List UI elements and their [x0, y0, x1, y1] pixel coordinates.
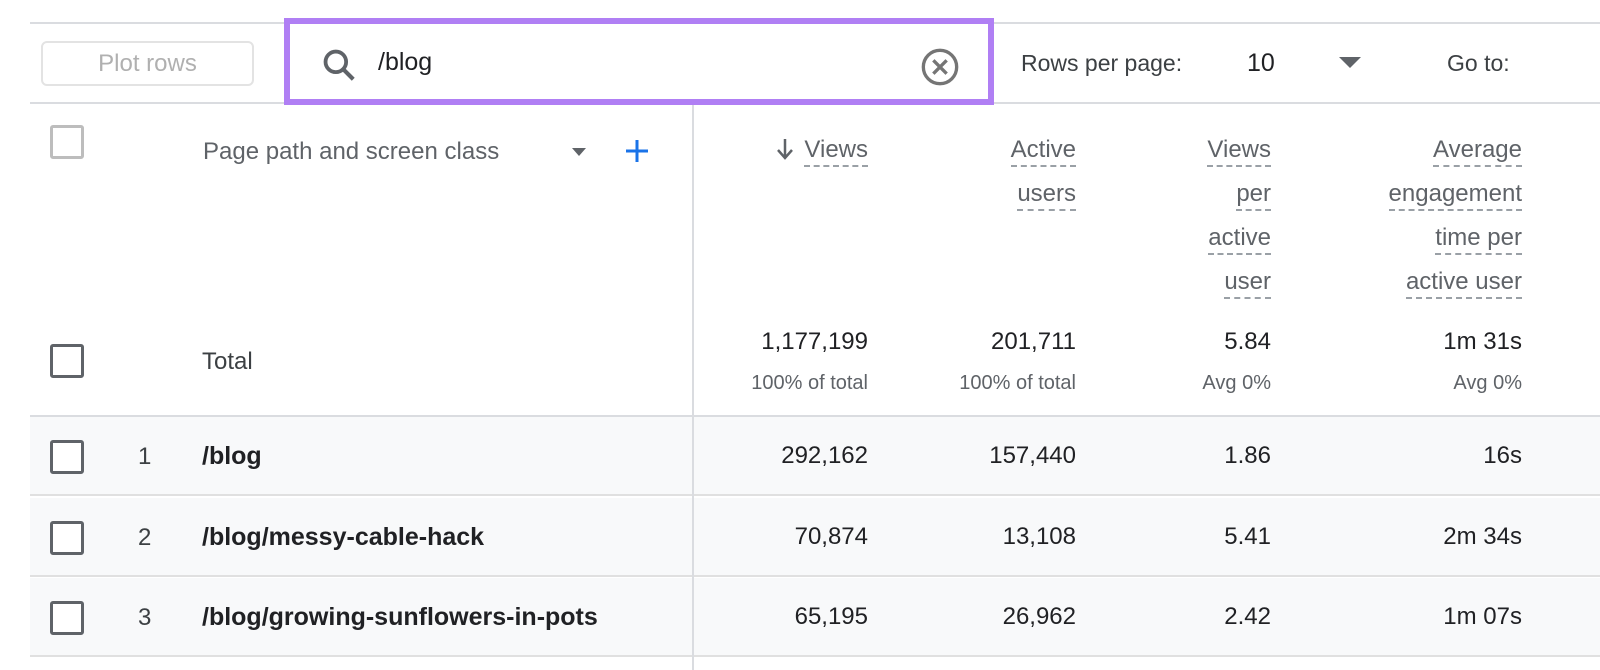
dimension-header[interactable]: Page path and screen class: [203, 138, 499, 166]
row-checkbox[interactable]: [50, 440, 84, 474]
total-active-users: 201,711: [991, 328, 1076, 355]
rows-per-page-value: 10: [1247, 49, 1275, 77]
row-path: /blog/growing-sunflowers-in-pots: [202, 603, 598, 631]
row-active-users: 26,962: [1002, 603, 1076, 630]
column-divider-body: [692, 417, 694, 670]
row-checkbox[interactable]: [50, 521, 84, 555]
row-active-users: 13,108: [1002, 523, 1076, 550]
row-views: 70,874: [794, 523, 868, 550]
table-row[interactable]: 2 /blog/messy-cable-hack 70,874 13,108 5…: [30, 498, 1600, 577]
table-row[interactable]: 3 /blog/growing-sunflowers-in-pots 65,19…: [30, 578, 1600, 657]
total-active-users-sub: 100% of total: [959, 372, 1076, 394]
total-label: Total: [202, 348, 253, 375]
row-views-per-user: 5.41: [1224, 523, 1271, 550]
rows-per-page-select[interactable]: 10: [1240, 42, 1370, 82]
column-header-avg-engagement[interactable]: Average engagement time per active user: [1272, 130, 1522, 306]
clear-search-icon[interactable]: [920, 47, 960, 87]
total-views: 1,177,199: [761, 328, 868, 355]
row-avg-engagement: 1m 07s: [1443, 603, 1522, 630]
total-avg-engagement-sub: Avg 0%: [1453, 372, 1522, 394]
plot-rows-button[interactable]: Plot rows: [41, 41, 254, 86]
total-checkbox[interactable]: [50, 344, 84, 378]
total-views-per-user: 5.84: [1224, 328, 1271, 355]
row-index: 2: [138, 524, 152, 551]
row-path: /blog/messy-cable-hack: [202, 523, 485, 551]
dimension-dropdown-icon[interactable]: [572, 148, 586, 156]
search-icon: [323, 49, 355, 81]
row-checkbox[interactable]: [50, 601, 84, 635]
rows-per-page-label: Rows per page:: [1021, 50, 1183, 76]
total-avg-engagement: 1m 31s: [1443, 328, 1522, 355]
sort-descending-icon: [777, 139, 794, 160]
row-active-users: 157,440: [989, 442, 1076, 469]
column-header-views[interactable]: Views: [668, 130, 868, 174]
row-views: 65,195: [794, 603, 868, 630]
row-path: /blog: [202, 442, 262, 470]
total-views-sub: 100% of total: [751, 372, 868, 394]
search-query: /blog: [378, 48, 433, 76]
table-row[interactable]: 1 /blog 292,162 157,440 1.86 16s: [30, 417, 1600, 496]
select-all-checkbox[interactable]: [50, 125, 84, 159]
row-views-per-user: 2.42: [1224, 603, 1271, 630]
column-header-views-per-user[interactable]: Views per active user: [1071, 130, 1271, 306]
column-header-active-users[interactable]: Active users: [876, 130, 1076, 218]
row-index: 1: [138, 443, 152, 470]
row-avg-engagement: 16s: [1483, 442, 1522, 469]
row-views: 292,162: [781, 442, 868, 469]
search-input[interactable]: /blog: [284, 18, 994, 105]
row-avg-engagement: 2m 34s: [1443, 523, 1522, 550]
row-views-per-user: 1.86: [1224, 442, 1271, 469]
row-index: 3: [138, 604, 152, 631]
total-views-per-user-sub: Avg 0%: [1202, 372, 1271, 394]
chevron-down-icon: [1339, 57, 1361, 68]
goto-label[interactable]: Go to:: [1447, 50, 1510, 77]
add-dimension-icon[interactable]: [624, 138, 650, 164]
